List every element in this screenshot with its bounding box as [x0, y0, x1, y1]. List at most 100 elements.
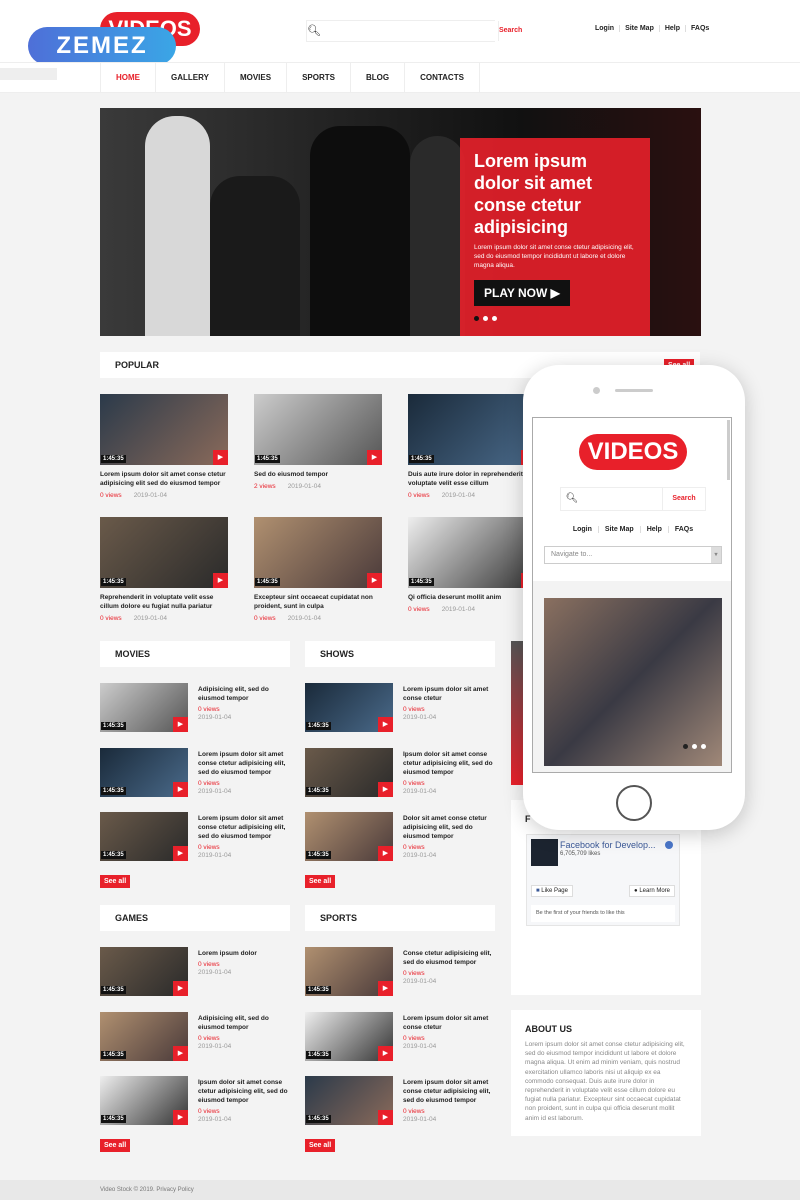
video-thumbnail[interactable]: 1:45:35 ▶ [100, 394, 228, 465]
slider-dot[interactable] [474, 316, 479, 321]
video-thumbnail[interactable]: 1:45:35 ▶ [100, 1076, 188, 1125]
see-all-button[interactable]: See all [305, 1139, 336, 1152]
play-icon[interactable]: ▶ [378, 846, 393, 861]
see-all-button[interactable]: See all [100, 1139, 131, 1152]
video-thumbnail[interactable]: 1:45:35 ▶ [254, 517, 382, 588]
home-button[interactable] [616, 785, 652, 821]
play-now-button[interactable]: PLAY NOW ▶ [474, 280, 570, 306]
video-thumbnail[interactable]: 1:45:35 ▶ [305, 812, 393, 861]
zemez-badge[interactable]: ZEMEZ [28, 27, 176, 65]
video-title[interactable]: Lorem ipsum dolor sit amet conse ctetur … [100, 470, 228, 488]
play-icon[interactable]: ▶ [367, 573, 382, 588]
slider-dot[interactable] [483, 316, 488, 321]
video-title[interactable]: Lorem ipsum dolor [198, 949, 292, 958]
mobile-faqs-link[interactable]: FAQs [667, 526, 699, 533]
video-title[interactable]: Lorem ipsum dolor sit amet conse ctetur … [198, 814, 292, 841]
video-title[interactable]: Sed do eiusmod tempor [254, 470, 382, 479]
mobile-help-link[interactable]: Help [639, 526, 668, 533]
nav-movies[interactable]: MOVIES [225, 63, 288, 93]
mobile-search-button[interactable]: Search [662, 488, 705, 510]
video-thumbnail[interactable]: 1:45:35 ▶ [408, 394, 536, 465]
play-icon[interactable]: ▶ [173, 981, 188, 996]
search-button[interactable]: Search [497, 21, 522, 41]
video-title[interactable]: Duis aute irure dolor in reprehenderit i… [408, 470, 536, 488]
video-thumbnail[interactable]: 1:45:35 ▶ [100, 812, 188, 861]
play-icon[interactable]: ▶ [173, 1045, 188, 1061]
site-map-link[interactable]: Site Map [619, 25, 659, 32]
video-thumbnail[interactable]: 1:45:35 ▶ [305, 683, 393, 732]
mobile-site-map-link[interactable]: Site Map [597, 526, 640, 533]
play-icon[interactable]: ▶ [378, 717, 393, 732]
nav-blog[interactable]: BLOG [351, 63, 406, 93]
like-page-button[interactable]: ■ Like Page [531, 885, 573, 897]
video-thumbnail[interactable]: 1:45:35 ▶ [100, 1011, 188, 1061]
video-thumbnail[interactable]: 1:45:35 ▶ [305, 1011, 393, 1061]
video-thumbnail[interactable]: 1:45:35 ▶ [254, 394, 382, 465]
play-icon[interactable]: ▶ [378, 981, 393, 996]
play-icon[interactable]: ▶ [213, 450, 228, 465]
facebook-page-name[interactable]: Facebook for Develop... [560, 840, 656, 850]
video-card: 1:45:35 ▶ Sed do eiusmod tempor 2 views 2… [254, 394, 382, 490]
video-title[interactable]: Ipsum dolor sit amet conse ctetur adipis… [198, 1078, 292, 1105]
video-thumbnail[interactable]: 1:45:35 ▶ [100, 517, 228, 588]
mobile-logo[interactable]: VIDEOS [579, 434, 687, 470]
about-text: Lorem ipsum dolor sit amet conse ctetur … [525, 1041, 685, 1122]
video-date: 2019-01-04 [198, 969, 232, 976]
play-icon[interactable]: ▶ [367, 450, 382, 465]
play-icon[interactable]: ▶ [378, 1045, 393, 1061]
scrollbar[interactable] [727, 420, 730, 480]
search-icon: 🔍︎ [565, 493, 579, 504]
slider-dot[interactable] [683, 744, 688, 749]
video-title[interactable]: Ipsum dolor sit amet conse ctetur adipis… [403, 750, 497, 777]
list-item: 1:45:35 ▶ Dolor sit amet conse ctetur ad… [305, 812, 495, 861]
video-title[interactable]: Reprehenderit in voluptate velit esse ci… [100, 593, 228, 611]
video-thumbnail[interactable]: 1:45:35 ▶ [100, 747, 188, 797]
play-icon[interactable]: ▶ [173, 846, 188, 861]
nav-sports[interactable]: SPORTS [287, 63, 351, 93]
video-meta: 0 views 2019-01-04 [100, 492, 228, 499]
video-thumbnail[interactable]: 1:45:35 ▶ [305, 747, 393, 797]
play-icon[interactable]: ▶ [213, 573, 228, 588]
video-thumbnail[interactable]: 1:45:35 ▶ [408, 517, 536, 588]
play-icon[interactable]: ▶ [173, 1110, 188, 1125]
video-title[interactable]: Adipisicing elit, sed do eiusmod tempor [198, 1014, 292, 1032]
video-title[interactable]: Qi officia deserunt mollit anim [408, 593, 536, 602]
learn-more-button[interactable]: ● Learn More [629, 885, 675, 897]
video-thumbnail[interactable]: 1:45:35 ▶ [100, 683, 188, 732]
video-thumbnail[interactable]: 1:45:35 ▶ [305, 947, 393, 996]
video-title[interactable]: Lorem ipsum dolor sit amet conse ctetur … [403, 1078, 497, 1105]
slider-dot[interactable] [692, 744, 697, 749]
video-title[interactable]: Excepteur sint occaecat cupidatat non pr… [254, 593, 382, 611]
slider-dot[interactable] [492, 316, 497, 321]
hero-slider: Lorem ipsum dolor sit amet conse ctetur … [100, 108, 701, 336]
duration-badge: 1:45:35 [101, 986, 126, 994]
play-icon[interactable]: ▶ [173, 781, 188, 797]
video-title[interactable]: Dolor sit amet conse ctetur adipisicing … [403, 814, 497, 841]
help-link[interactable]: Help [658, 25, 685, 32]
view-count: 0 views [408, 492, 430, 499]
video-thumbnail[interactable]: 1:45:35 ▶ [100, 947, 188, 996]
nav-home[interactable]: HOME [100, 63, 156, 93]
login-link[interactable]: Login [590, 25, 619, 32]
play-icon[interactable]: ▶ [173, 717, 188, 732]
slider-dot[interactable] [701, 744, 706, 749]
duration-badge: 1:45:35 [101, 578, 126, 586]
search-input[interactable] [320, 21, 498, 41]
see-all-button[interactable]: See all [305, 875, 336, 888]
see-all-button[interactable]: See all [100, 875, 131, 888]
video-date: 2019-01-04 [198, 714, 232, 721]
play-icon[interactable]: ▶ [378, 781, 393, 797]
nav-gallery[interactable]: GALLERY [156, 63, 225, 93]
play-icon[interactable]: ▶ [378, 1110, 393, 1125]
video-title[interactable]: Adipisicing elit, sed do eiusmod tempor [198, 685, 292, 703]
video-title[interactable]: Lorem ipsum dolor sit amet conse ctetur [403, 685, 497, 703]
faqs-link[interactable]: FAQs [685, 25, 714, 32]
mobile-search[interactable]: 🔍︎ Search [560, 487, 706, 511]
video-title[interactable]: Lorem ipsum dolor sit amet conse ctetur … [198, 750, 292, 777]
video-title[interactable]: Lorem ipsum dolor sit amet conse ctetur [403, 1014, 497, 1032]
video-title[interactable]: Conse ctetur adipisicing elit, sed do ei… [403, 949, 497, 967]
mobile-login-link[interactable]: Login [567, 526, 598, 533]
video-thumbnail[interactable]: 1:45:35 ▶ [305, 1076, 393, 1125]
mobile-nav-select[interactable]: Navigate to... ▾ [544, 546, 722, 564]
nav-contacts[interactable]: CONTACTS [405, 63, 480, 93]
